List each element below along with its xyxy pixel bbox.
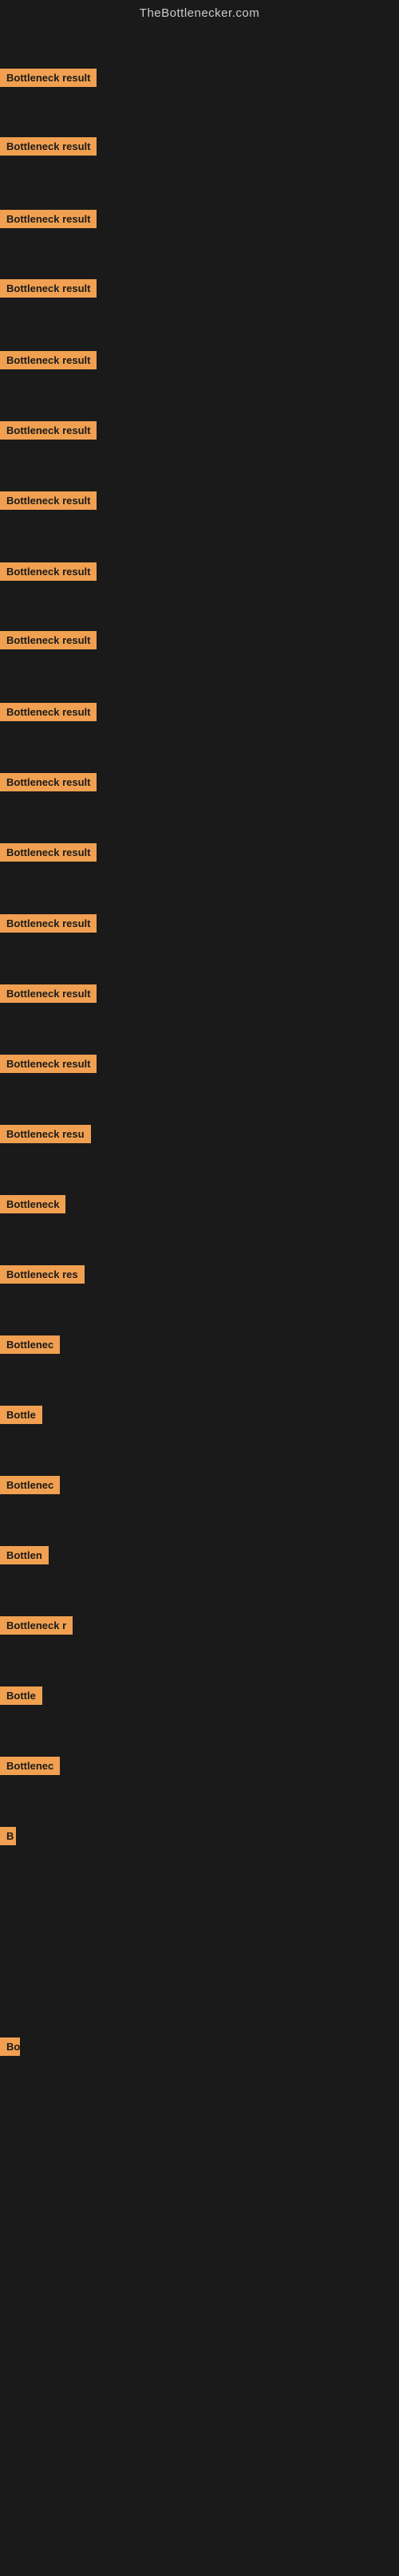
bottleneck-item-4[interactable]: Bottleneck result bbox=[0, 279, 97, 302]
bottleneck-badge-11: Bottleneck result bbox=[0, 773, 97, 791]
bottleneck-badge-3: Bottleneck result bbox=[0, 210, 97, 228]
bottleneck-item-20[interactable]: Bottle bbox=[0, 1406, 42, 1428]
bottleneck-badge-4: Bottleneck result bbox=[0, 279, 97, 298]
bottleneck-item-22[interactable]: Bottlen bbox=[0, 1546, 49, 1568]
bottleneck-badge-24: Bottle bbox=[0, 1686, 42, 1705]
bottleneck-item-6[interactable]: Bottleneck result bbox=[0, 421, 97, 444]
bottleneck-item-12[interactable]: Bottleneck result bbox=[0, 843, 97, 866]
bottleneck-badge-14: Bottleneck result bbox=[0, 984, 97, 1003]
bottleneck-item-11[interactable]: Bottleneck result bbox=[0, 773, 97, 795]
bottleneck-badge-7: Bottleneck result bbox=[0, 491, 97, 510]
bottleneck-badge-19: Bottlenec bbox=[0, 1335, 60, 1354]
bottleneck-item-7[interactable]: Bottleneck result bbox=[0, 491, 97, 514]
bottleneck-badge-5: Bottleneck result bbox=[0, 351, 97, 369]
site-title: TheBottlenecker.com bbox=[140, 6, 259, 20]
bottleneck-badge-27: Bo bbox=[0, 2038, 20, 2056]
bottleneck-badge-25: Bottlenec bbox=[0, 1757, 60, 1775]
bottleneck-item-24[interactable]: Bottle bbox=[0, 1686, 42, 1709]
bottleneck-badge-23: Bottleneck r bbox=[0, 1616, 73, 1635]
bottleneck-item-5[interactable]: Bottleneck result bbox=[0, 351, 97, 373]
bottleneck-badge-10: Bottleneck result bbox=[0, 703, 97, 721]
bottleneck-badge-20: Bottle bbox=[0, 1406, 42, 1424]
bottleneck-item-1[interactable]: Bottleneck result bbox=[0, 69, 97, 91]
bottleneck-badge-12: Bottleneck result bbox=[0, 843, 97, 862]
bottleneck-item-14[interactable]: Bottleneck result bbox=[0, 984, 97, 1007]
bottleneck-badge-13: Bottleneck result bbox=[0, 914, 97, 933]
bottleneck-badge-8: Bottleneck result bbox=[0, 562, 97, 581]
bottleneck-item-18[interactable]: Bottleneck res bbox=[0, 1265, 85, 1288]
bottleneck-item-8[interactable]: Bottleneck result bbox=[0, 562, 97, 585]
bottleneck-item-10[interactable]: Bottleneck result bbox=[0, 703, 97, 725]
bottleneck-item-25[interactable]: Bottlenec bbox=[0, 1757, 60, 1779]
bottleneck-item-19[interactable]: Bottlenec bbox=[0, 1335, 60, 1358]
bottleneck-item-9[interactable]: Bottleneck result bbox=[0, 631, 97, 653]
bottleneck-badge-26: B bbox=[0, 1827, 16, 1845]
bottleneck-badge-9: Bottleneck result bbox=[0, 631, 97, 649]
bottleneck-item-3[interactable]: Bottleneck result bbox=[0, 210, 97, 232]
bottleneck-badge-15: Bottleneck result bbox=[0, 1055, 97, 1073]
bottleneck-badge-18: Bottleneck res bbox=[0, 1265, 85, 1284]
bottleneck-badge-17: Bottleneck bbox=[0, 1195, 65, 1213]
bottleneck-item-21[interactable]: Bottlenec bbox=[0, 1476, 60, 1498]
bottleneck-item-17[interactable]: Bottleneck bbox=[0, 1195, 65, 1217]
bottleneck-badge-1: Bottleneck result bbox=[0, 69, 97, 87]
bottleneck-item-2[interactable]: Bottleneck result bbox=[0, 137, 97, 160]
bottleneck-badge-6: Bottleneck result bbox=[0, 421, 97, 440]
bottleneck-item-27[interactable]: Bo bbox=[0, 2038, 20, 2060]
site-header: TheBottlenecker.com bbox=[0, 0, 399, 23]
bottleneck-item-23[interactable]: Bottleneck r bbox=[0, 1616, 73, 1639]
bottleneck-badge-16: Bottleneck resu bbox=[0, 1125, 91, 1143]
bottleneck-item-15[interactable]: Bottleneck result bbox=[0, 1055, 97, 1077]
bottleneck-badge-2: Bottleneck result bbox=[0, 137, 97, 156]
bottleneck-badge-22: Bottlen bbox=[0, 1546, 49, 1564]
bottleneck-item-26[interactable]: B bbox=[0, 1827, 16, 1849]
bottleneck-item-16[interactable]: Bottleneck resu bbox=[0, 1125, 91, 1147]
bottleneck-item-13[interactable]: Bottleneck result bbox=[0, 914, 97, 937]
bottleneck-badge-21: Bottlenec bbox=[0, 1476, 60, 1494]
